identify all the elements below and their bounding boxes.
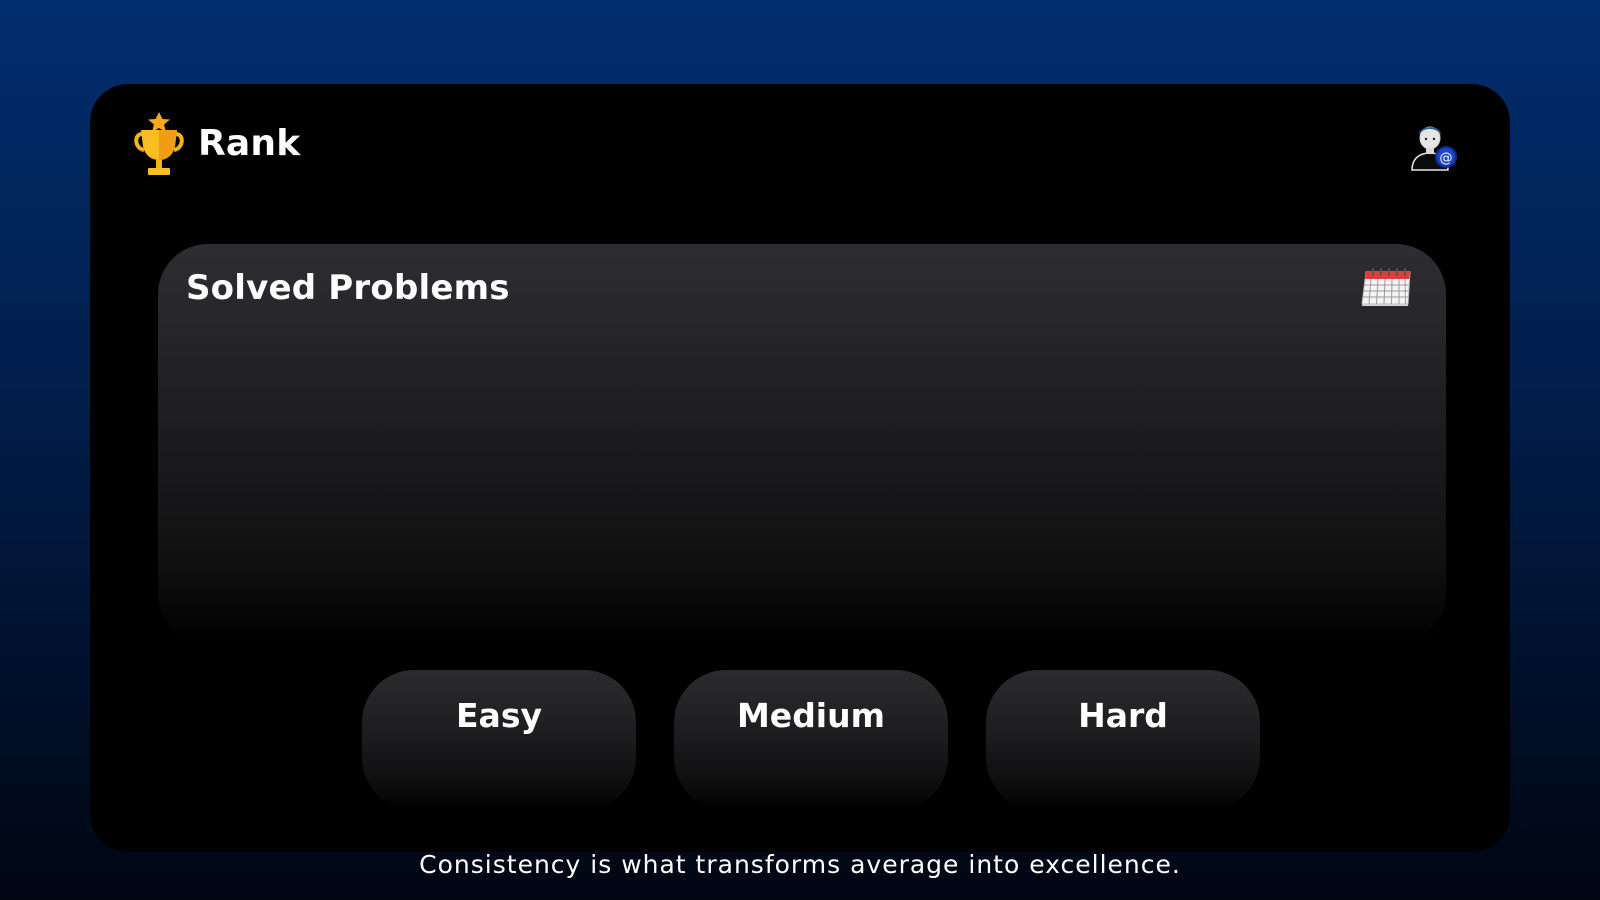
motivational-quote: Consistency is what transforms average i… (419, 850, 1181, 879)
solved-problems-panel: Solved Problems (158, 244, 1446, 644)
page-title: Rank (198, 122, 301, 164)
svg-text:@: @ (1440, 151, 1453, 166)
user-avatar-icon: @ (1411, 126, 1457, 171)
calendar-button[interactable] (1360, 266, 1412, 308)
trophy-icon (134, 112, 184, 175)
calendar-icon (1361, 268, 1411, 306)
app-card: Rank @ Solved Problems Easy Medium Hard (90, 84, 1510, 852)
easy-label: Easy (456, 696, 542, 735)
hard-label: Hard (1078, 696, 1168, 735)
difficulty-row: Easy Medium Hard (362, 670, 1260, 810)
easy-card[interactable]: Easy (362, 670, 636, 810)
brand: Rank (132, 112, 300, 178)
profile-button[interactable]: @ (1408, 120, 1460, 172)
panel-title: Solved Problems (186, 268, 510, 308)
medium-label: Medium (736, 696, 886, 735)
hard-card[interactable]: Hard (986, 670, 1260, 810)
medium-card[interactable]: Medium (674, 670, 948, 810)
